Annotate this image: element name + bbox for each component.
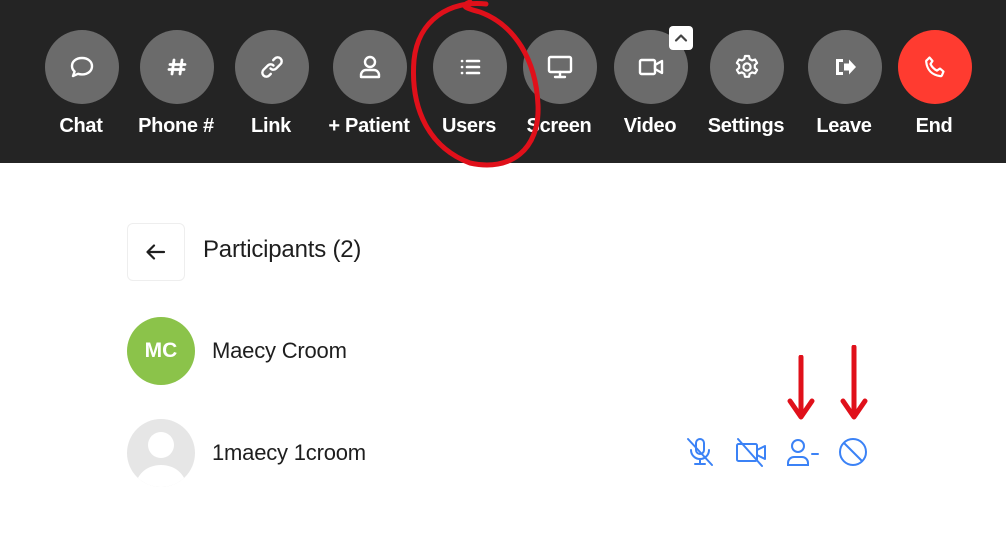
video-camera-icon (638, 58, 664, 76)
annotation-arrow (787, 355, 815, 420)
block-participant-button[interactable] (833, 433, 873, 471)
monitor-icon (547, 55, 573, 79)
screen-share-button[interactable]: Screen (514, 0, 604, 163)
mic-muted-icon (687, 438, 713, 466)
video-options-toggle[interactable] (669, 26, 693, 50)
leave-button[interactable]: Leave (799, 0, 889, 163)
mute-participant-button[interactable] (680, 433, 720, 471)
chevron-up-icon (674, 34, 688, 42)
remove-user-icon (787, 439, 819, 466)
back-button[interactable] (127, 223, 185, 281)
user-silhouette-icon (135, 432, 187, 487)
participant-name: 1maecy 1croom (212, 440, 366, 465)
phone-hangup-icon (925, 56, 945, 78)
block-icon (839, 438, 867, 466)
users-button[interactable]: Users (424, 0, 514, 163)
gear-icon (735, 54, 759, 78)
call-toolbar: Chat Phone # Link + Patient Users Screen (0, 0, 1006, 163)
avatar: MC (127, 317, 195, 385)
list-icon (460, 59, 481, 75)
settings-button[interactable]: Settings (701, 0, 791, 163)
end-label: End (915, 115, 953, 137)
video-button[interactable]: Video (605, 0, 695, 163)
participant-name: Maecy Croom (212, 338, 347, 363)
remove-participant-button[interactable] (782, 433, 822, 471)
video-off-icon (736, 438, 766, 467)
annotation-arrow (840, 345, 868, 420)
phone-number-button[interactable]: Phone # (131, 0, 221, 163)
chat-button[interactable]: Chat (36, 0, 126, 163)
chat-bubble-icon (70, 56, 94, 78)
avatar-placeholder (127, 419, 195, 487)
leave-icon (836, 59, 856, 75)
panel-title: Participants (2) (203, 236, 362, 263)
add-patient-button[interactable]: + Patient (324, 0, 414, 163)
hash-icon (167, 58, 187, 76)
arrow-left-icon (146, 244, 166, 260)
stop-video-button[interactable] (731, 433, 771, 471)
link-button[interactable]: Link (226, 0, 316, 163)
link-icon (261, 56, 283, 78)
end-call-button[interactable]: End (889, 0, 979, 163)
user-icon (359, 55, 381, 79)
